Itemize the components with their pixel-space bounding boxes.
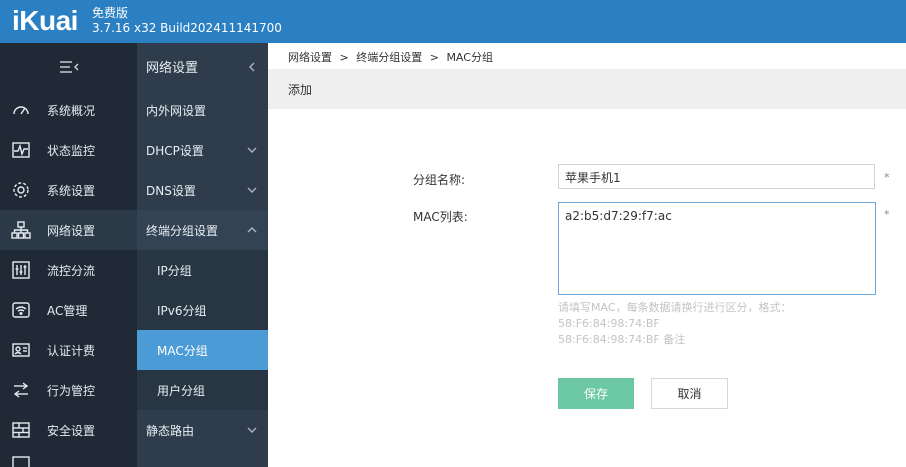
submenu-item-ipv6-group[interactable]: IPv6分组 (137, 290, 268, 330)
breadcrumb-network-settings[interactable]: 网络设置 (288, 51, 332, 64)
mac-hint-example: 58:F6:84:98:74:BF (558, 317, 660, 330)
submenu-item-lan-wan[interactable]: 内外网设置 (137, 90, 268, 130)
sidebar-item-partial[interactable] (0, 450, 137, 467)
gear-icon (11, 180, 31, 200)
version-label: 3.7.16 x32 Build202411141700 (92, 21, 282, 35)
submenu-item-label: MAC分组 (157, 343, 208, 358)
sidebar-item-security[interactable]: 安全设置 (0, 410, 137, 450)
mac-list-label: MAC列表: (413, 210, 468, 224)
sidebar-item-label: 系统概况 (47, 103, 96, 118)
page-title-bar: 添加 (268, 69, 906, 109)
submenu-item-mac-group[interactable]: MAC分组 (137, 330, 268, 370)
sidebar-item-label: 认证计费 (47, 343, 96, 358)
mac-list-textarea[interactable]: a2:b5:d7:29:f7:ac (558, 202, 876, 295)
chevron-down-icon (246, 184, 258, 196)
sidebar-item-auth-billing[interactable]: 认证计费 (0, 330, 137, 370)
main-sidebar: 系统概况 状态监控 系统设置 网络设置 流控分流 AC管理 认证计费 行为管控 … (0, 43, 137, 467)
cancel-button[interactable]: 取消 (651, 378, 728, 409)
submenu-item-label: 用户分组 (157, 383, 206, 398)
sidebar-item-label: AC管理 (47, 303, 88, 318)
breadcrumb: 网络设置 > 终端分组设置 > MAC分组 (288, 49, 497, 65)
group-name-input[interactable]: 苹果手机1 (558, 164, 875, 189)
submenu-item-user-group[interactable]: 用户分组 (137, 370, 268, 410)
chevron-down-icon (246, 424, 258, 436)
required-mark: * (884, 171, 890, 184)
submenu-item-terminal-groups[interactable]: 终端分组设置 (137, 210, 268, 250)
group-name-label: 分组名称: (413, 173, 466, 187)
submenu-item-label: DHCP设置 (146, 143, 204, 158)
sidebar-item-ac-management[interactable]: AC管理 (0, 290, 137, 330)
main-content: 网络设置 > 终端分组设置 > MAC分组 添加 分组名称: 苹果手机1 * M… (268, 43, 906, 467)
top-header: iKuai 免费版 3.7.16 x32 Build202411141700 (0, 0, 906, 43)
submenu-title[interactable]: 网络设置 (137, 43, 268, 90)
required-mark: * (884, 208, 890, 221)
submenu-item-label: 终端分组设置 (146, 223, 219, 238)
page-title: 添加 (288, 82, 313, 97)
sliders-icon (11, 260, 31, 280)
pulse-icon (11, 140, 31, 160)
ikuai-logo[interactable]: iKuai (12, 5, 78, 37)
menu-collapse-button[interactable] (0, 43, 137, 90)
submenu-item-static-route[interactable]: 静态路由 (137, 410, 268, 450)
submenu-item-label: 静态路由 (146, 423, 195, 438)
sidebar-item-system-settings[interactable]: 系统设置 (0, 170, 137, 210)
mac-hint-line: 请填写MAC，每条数据请换行进行区分，格式： (558, 301, 792, 314)
sidebar-item-network-settings[interactable]: 网络设置 (0, 210, 137, 250)
submenu-item-dhcp[interactable]: DHCP设置 (137, 130, 268, 170)
breadcrumb-separator: > (339, 51, 349, 64)
arrows-icon (11, 380, 31, 400)
dashboard-icon (11, 100, 31, 120)
submenu-title-label: 网络设置 (146, 61, 199, 76)
chevron-down-icon (246, 144, 258, 156)
breadcrumb-mac-group: MAC分组 (446, 51, 493, 64)
edition-label: 免费版 (92, 6, 129, 20)
sidebar-item-label: 安全设置 (47, 423, 96, 438)
submenu-item-ip-group[interactable]: IP分组 (137, 250, 268, 290)
firewall-icon (11, 420, 31, 440)
sidebar-item-label: 行为管控 (47, 383, 96, 398)
submenu-item-partial[interactable] (137, 450, 268, 467)
sidebar-item-label: 状态监控 (47, 143, 96, 158)
breadcrumb-terminal-groups[interactable]: 终端分组设置 (356, 51, 422, 64)
id-card-icon (11, 340, 31, 360)
save-button[interactable]: 保存 (558, 378, 634, 409)
chevron-up-icon (246, 224, 258, 236)
sidebar-item-label: 网络设置 (47, 223, 96, 238)
wifi-icon (11, 300, 31, 320)
sidebar-item-label: 流控分流 (47, 263, 96, 278)
chevron-left-icon[interactable] (246, 61, 258, 73)
app-window: iKuai 免费版 3.7.16 x32 Build202411141700 系… (0, 0, 906, 467)
sidebar-item-label: 系统设置 (47, 183, 96, 198)
network-icon (11, 220, 31, 240)
sidebar-item-monitor[interactable]: 状态监控 (0, 130, 137, 170)
submenu-item-label: IP分组 (157, 263, 192, 278)
submenu-item-label: IPv6分组 (157, 303, 207, 318)
sidebar-item-behavior-control[interactable]: 行为管控 (0, 370, 137, 410)
partial-icon (11, 454, 31, 467)
sidebar-item-overview[interactable]: 系统概况 (0, 90, 137, 130)
submenu-item-dns[interactable]: DNS设置 (137, 170, 268, 210)
submenu-item-label: 内外网设置 (146, 103, 207, 118)
sidebar-item-flow-control[interactable]: 流控分流 (0, 250, 137, 290)
network-submenu: 网络设置 内外网设置 DHCP设置 DNS设置 终端分组设置 IP分组 IPv6… (137, 43, 268, 467)
mac-hint-example-remark: 58:F6:84:98:74:BF 备注 (558, 333, 686, 346)
menu-collapse-icon (59, 60, 78, 73)
submenu-item-label: DNS设置 (146, 183, 196, 198)
breadcrumb-separator: > (429, 51, 439, 64)
